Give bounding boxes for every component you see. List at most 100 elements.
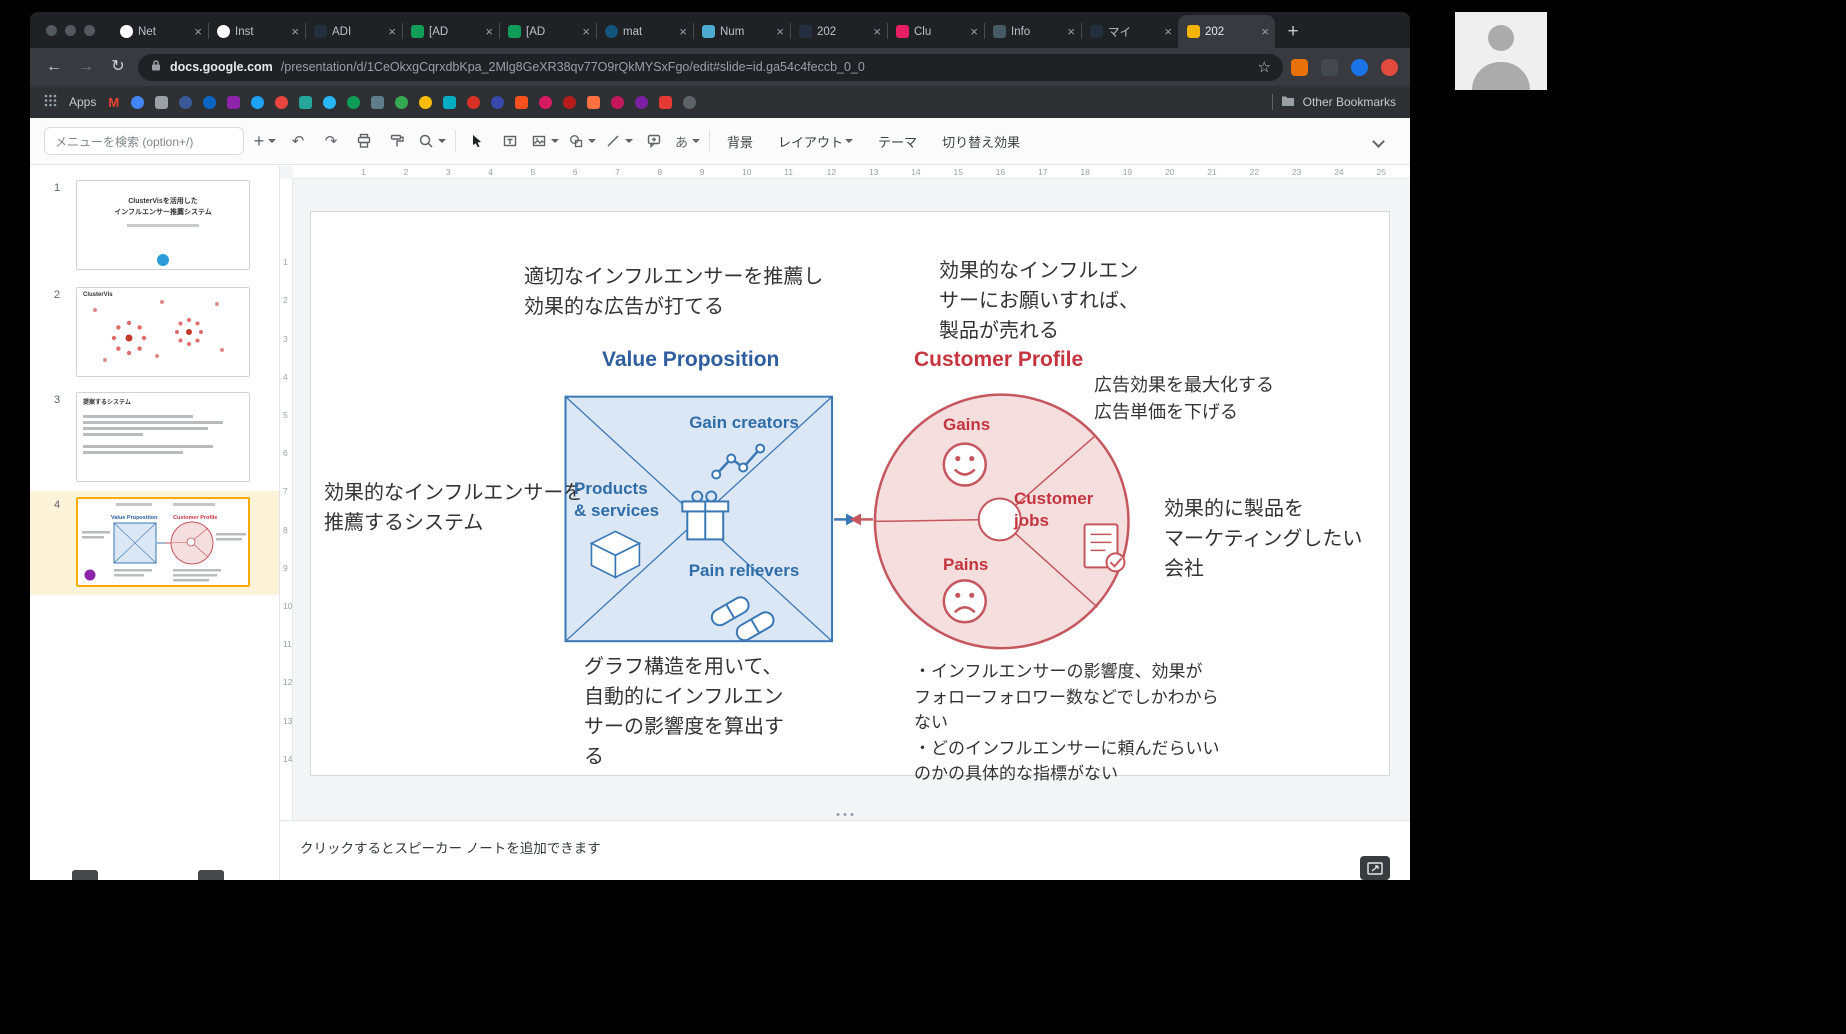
fullscreen-button[interactable] [1360, 856, 1390, 880]
line-tool-icon[interactable] [605, 128, 633, 154]
bookmark-favicon[interactable] [227, 95, 241, 109]
bottom-right-text-box[interactable]: ・インフルエンサーの影響度、効果が フォローフォロワー数などでしかわから ない … [914, 659, 1220, 787]
apps-grid-icon[interactable] [44, 94, 57, 110]
notes-resize-handle[interactable] [836, 813, 854, 816]
layout-button[interactable]: レイアウト [770, 127, 861, 155]
slide-thumbnail-2[interactable]: ClusterVis [76, 287, 250, 377]
bookmark-favicon[interactable] [491, 95, 505, 109]
insert-image-button[interactable] [531, 128, 559, 154]
hide-menus-button[interactable] [1366, 128, 1390, 154]
tab-close-icon[interactable]: × [679, 24, 687, 39]
bottom-left-text-box[interactable]: グラフ構造を用いて、 自動的にインフルエン サーの影響度を算出す る [584, 652, 784, 772]
pains-label[interactable]: Pains [943, 554, 988, 576]
browser-tab[interactable]: Info × [984, 15, 1081, 48]
top-right-text-box[interactable]: 効果的なインフルエン サーにお願いすれば、 製品が売れる [939, 256, 1139, 346]
filmstrip-footer-button[interactable] [198, 870, 224, 880]
tab-close-icon[interactable]: × [1164, 24, 1172, 39]
browser-tab[interactable]: mat × [596, 15, 693, 48]
bookmark-favicon[interactable] [299, 95, 313, 109]
speaker-notes-placeholder[interactable]: クリックするとスピーカー ノートを追加できます [300, 837, 601, 857]
browser-tab[interactable]: ADI × [305, 15, 402, 48]
bookmark-favicon[interactable] [347, 95, 361, 109]
filmstrip-footer-button[interactable] [72, 870, 98, 880]
undo-button[interactable]: ↶ [286, 128, 310, 154]
bookmark-favicon[interactable] [179, 95, 193, 109]
back-icon[interactable]: ← [42, 55, 66, 79]
text-style-button[interactable]: あ [675, 128, 701, 154]
current-slide[interactable]: 適切なインフルエンサーを推薦し 効果的な広告が打てる 効果的なインフルエン サー… [310, 211, 1390, 783]
browser-tab[interactable]: Inst × [208, 15, 305, 48]
left-text-box[interactable]: 効果的なインフルエンサーを 推薦するシステム [324, 478, 583, 538]
products-services-label[interactable]: Products & services [574, 478, 659, 522]
forward-icon[interactable]: → [74, 55, 98, 79]
slide-thumbnail-4[interactable]: Value Proposition Customer Profile [76, 497, 250, 587]
print-button[interactable] [352, 128, 376, 154]
tab-close-icon[interactable]: × [485, 24, 493, 39]
bookmark-favicon[interactable] [419, 95, 433, 109]
theme-button[interactable]: テーマ [870, 127, 925, 155]
tab-close-icon[interactable]: × [1261, 24, 1269, 39]
slide-thumbnail-1[interactable]: ClusterVisを活用した インフルエンサー推薦システム [76, 180, 250, 270]
comment-button[interactable] [642, 128, 666, 154]
sync-globe-icon[interactable] [1351, 58, 1368, 76]
bookmark-favicon[interactable] [443, 95, 457, 109]
pain-relievers-label[interactable]: Pain relievers [684, 560, 804, 582]
bookmark-favicon[interactable] [251, 95, 265, 109]
gmail-bookmark-icon[interactable]: M [108, 95, 119, 110]
shape-tool-icon[interactable] [568, 128, 596, 154]
bookmark-favicon[interactable] [323, 95, 337, 109]
extension-icon[interactable] [1321, 58, 1338, 76]
bookmark-favicon[interactable] [587, 95, 601, 109]
tab-close-icon[interactable]: × [970, 24, 978, 39]
reload-icon[interactable]: ↻ [106, 55, 130, 79]
extension-icon[interactable] [1291, 58, 1308, 76]
bookmark-favicon[interactable] [563, 95, 577, 109]
gain-creators-label[interactable]: Gain creators [684, 412, 804, 434]
select-tool-icon[interactable] [465, 128, 489, 154]
menu-search-input[interactable]: メニューを検索 (option+/) [44, 127, 244, 155]
new-tab-button[interactable]: + [1279, 18, 1307, 46]
bookmark-favicon[interactable] [635, 95, 649, 109]
speaker-notes-area[interactable]: クリックするとスピーカー ノートを追加できます [280, 820, 1410, 880]
value-proposition-heading[interactable]: Value Proposition [602, 348, 779, 372]
tab-close-icon[interactable]: × [388, 24, 396, 39]
bookmark-favicon[interactable] [155, 95, 169, 109]
other-bookmarks[interactable]: Other Bookmarks [1271, 94, 1396, 110]
bookmark-favicon[interactable] [371, 95, 385, 109]
tab-close-icon[interactable]: × [291, 24, 299, 39]
tab-close-icon[interactable]: × [1067, 24, 1075, 39]
transition-button[interactable]: 切り替え効果 [934, 127, 1028, 155]
tab-close-icon[interactable]: × [776, 24, 784, 39]
participant-video-tile[interactable] [1455, 12, 1547, 90]
top-left-text-box[interactable]: 適切なインフルエンサーを推薦し 効果的な広告が打てる [524, 262, 823, 322]
address-bar[interactable]: docs.google.com /presentation/d/1CeOkxgC… [138, 53, 1283, 81]
browser-tab[interactable]: Net × [111, 15, 208, 48]
zoom-button[interactable] [418, 128, 446, 154]
slide-thumbnail-3[interactable]: 提案するシステム [76, 392, 250, 482]
bookmark-favicon[interactable] [611, 95, 625, 109]
bookmark-favicon[interactable] [131, 95, 145, 109]
right-text-box[interactable]: 効果的に製品を マーケティングしたい 会社 [1164, 494, 1362, 584]
apps-label[interactable]: Apps [69, 95, 96, 109]
minimize-window-button[interactable] [65, 24, 76, 36]
new-slide-button[interactable]: + [253, 128, 277, 154]
browser-tab[interactable]: Num × [693, 15, 790, 48]
text-box-tool-icon[interactable] [498, 128, 522, 154]
bookmark-favicon[interactable] [467, 95, 481, 109]
browser-tab[interactable]: 202 × [790, 15, 887, 48]
tab-close-icon[interactable]: × [194, 24, 202, 39]
tab-close-icon[interactable]: × [582, 24, 590, 39]
bookmark-favicon[interactable] [515, 95, 529, 109]
browser-tab[interactable]: マイ × [1081, 15, 1178, 48]
bookmark-favicon[interactable] [539, 95, 553, 109]
background-button[interactable]: 背景 [719, 127, 761, 155]
bookmark-star-icon[interactable]: ☆ [1258, 58, 1271, 76]
browser-tab[interactable]: Clu × [887, 15, 984, 48]
ad-effect-text-box[interactable]: 広告効果を最大化する 広告単価を下げる [1094, 372, 1274, 426]
bookmark-favicon[interactable] [203, 95, 217, 109]
customer-jobs-label[interactable]: Customer jobs [1014, 488, 1093, 532]
gains-label[interactable]: Gains [943, 414, 990, 436]
bookmark-favicon[interactable] [275, 95, 289, 109]
tab-close-icon[interactable]: × [873, 24, 881, 39]
close-window-button[interactable] [46, 24, 57, 36]
